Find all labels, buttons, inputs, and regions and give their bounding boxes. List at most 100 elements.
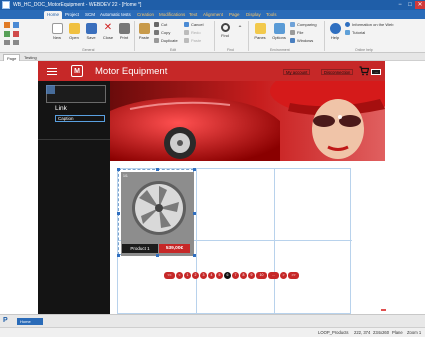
wheel-rim-image <box>132 181 186 235</box>
status-bar: LOOP_Products 222, 374 234x260 Plane Zoo… <box>0 327 425 337</box>
tab-testing[interactable]: Testing <box>21 54 40 61</box>
page-editor-canvas[interactable]: M Motor Equipment My account Disconnecti… <box>0 61 425 315</box>
cancel-button[interactable]: Cancel <box>184 22 203 28</box>
information-on-web-link[interactable]: Information on the Web <box>345 22 394 28</box>
ribbon-separator <box>248 21 249 51</box>
pager-button[interactable]: 3 <box>200 272 207 279</box>
product-name-label: Product 1 <box>122 244 158 253</box>
error-marker <box>381 309 386 311</box>
hero-banner-image <box>110 81 385 161</box>
brand-logo[interactable]: M <box>71 65 83 77</box>
tab-project[interactable]: Project <box>62 11 82 19</box>
pager-button[interactable]: 10 <box>256 272 267 279</box>
file-button[interactable]: File <box>290 30 303 36</box>
tab-page-editor[interactable]: Page <box>3 54 21 61</box>
resize-handle[interactable] <box>156 168 159 171</box>
find-options-chevron[interactable]: ⌃ <box>236 25 244 32</box>
tab-modifications[interactable]: Modifications <box>156 11 188 19</box>
cut-button[interactable]: Cut <box>154 22 167 28</box>
pager-button[interactable]: 9 <box>248 272 255 279</box>
comparing-button[interactable]: Comparing <box>290 22 317 28</box>
pager-button[interactable]: << <box>164 272 175 279</box>
grid-line <box>196 169 197 315</box>
my-account-link[interactable]: My account <box>283 69 311 75</box>
pager-button[interactable]: 5 <box>216 272 223 279</box>
webdev-page-icon: P <box>3 317 8 324</box>
shopping-cart-icon[interactable] <box>359 66 369 76</box>
pager-button[interactable]: 1 <box>184 272 191 279</box>
resize-handle[interactable] <box>117 212 120 215</box>
pager-button[interactable]: 8 <box>240 272 247 279</box>
resize-handle[interactable] <box>193 168 196 171</box>
magnifier-icon <box>220 23 230 32</box>
pager-button[interactable]: 7 <box>232 272 239 279</box>
pager-button[interactable]: 4 <box>208 272 215 279</box>
brand-title: Motor Equipment <box>95 66 168 77</box>
duplicate-button[interactable]: Duplicate <box>154 38 178 44</box>
new-button[interactable]: New <box>50 23 64 40</box>
close-window-button[interactable]: ✕ <box>415 1 425 9</box>
windows-icon <box>290 38 295 44</box>
find-button[interactable]: Find <box>218 23 232 38</box>
pager-button[interactable]: ... <box>268 272 279 279</box>
tab-display[interactable]: Display <box>243 11 264 19</box>
hamburger-menu-icon[interactable] <box>47 68 57 75</box>
pager-button[interactable]: > <box>280 272 287 279</box>
ribbon-separator <box>324 21 325 51</box>
paste-special-button[interactable]: Paste <box>184 38 201 44</box>
open-button[interactable]: Open <box>67 23 81 40</box>
status-zoom: Zoom 1 <box>407 330 422 335</box>
group-label-edit: Edit <box>170 48 177 52</box>
tab-scm[interactable]: SCM <box>82 11 98 19</box>
help-button[interactable]: Help <box>328 23 342 40</box>
disconnection-link[interactable]: Disconnection <box>321 69 354 75</box>
menu-link[interactable]: Link <box>55 105 67 112</box>
tab-tools[interactable]: Tools <box>263 11 280 19</box>
tab-automatic-tests[interactable]: Automatic tests <box>97 11 134 19</box>
tab-home[interactable]: Home <box>44 11 63 19</box>
product-card[interactable]: 1/1 Product 1 539,00€ <box>117 168 196 257</box>
pager-button[interactable]: >> <box>288 272 299 279</box>
stop-icon[interactable] <box>13 31 19 37</box>
new-document-icon <box>51 23 63 34</box>
resize-handle[interactable] <box>193 254 196 257</box>
minimize-button[interactable]: − <box>395 1 405 9</box>
tab-alignment[interactable]: Alignment <box>200 11 226 19</box>
tab-home-page[interactable]: Home <box>17 318 43 325</box>
group-label-general: General <box>82 48 95 52</box>
save-icon[interactable] <box>13 22 19 28</box>
copy-button[interactable]: Copy <box>154 30 170 36</box>
save-button[interactable]: Save <box>84 23 98 40</box>
print-button[interactable]: Print <box>117 23 131 40</box>
pager-button[interactable]: < <box>176 272 183 279</box>
redo-button[interactable]: Redo <box>184 30 201 36</box>
maximize-button[interactable]: □ <box>405 1 415 9</box>
pager-button[interactable]: 2 <box>192 272 199 279</box>
compare-icon <box>290 22 295 28</box>
side-menu: Link Caption <box>38 81 110 314</box>
run-test-icon[interactable] <box>4 31 10 37</box>
floppy-icon <box>85 23 97 34</box>
resize-handle[interactable] <box>156 254 159 257</box>
tab-text[interactable]: Text <box>186 11 200 19</box>
status-coordinates: 222, 374 <box>354 330 371 335</box>
paste-button[interactable]: Paste <box>137 23 151 40</box>
close-button[interactable]: ✕ Close <box>101 23 115 41</box>
options-icon <box>273 23 285 34</box>
webdev-app-icon[interactable] <box>2 1 10 9</box>
windows-button[interactable]: Windows <box>290 38 313 44</box>
tab-creation[interactable]: Creation <box>134 11 157 19</box>
pager-button[interactable]: 6 <box>224 272 231 279</box>
resize-handle[interactable] <box>117 168 120 171</box>
resize-handle[interactable] <box>193 212 196 215</box>
page-design: M Motor Equipment My account Disconnecti… <box>38 61 385 315</box>
new-element-icon[interactable] <box>4 22 10 28</box>
resize-handle[interactable] <box>117 254 120 257</box>
menu-caption-field[interactable]: Caption <box>55 115 105 122</box>
undo-icon[interactable] <box>4 40 10 45</box>
tutorial-link[interactable]: Tutorial <box>345 30 365 36</box>
options-button[interactable]: Options <box>271 23 287 40</box>
redo-icon[interactable] <box>13 40 19 45</box>
tab-page[interactable]: Page <box>226 11 243 19</box>
panes-button[interactable]: Panes <box>253 23 267 40</box>
